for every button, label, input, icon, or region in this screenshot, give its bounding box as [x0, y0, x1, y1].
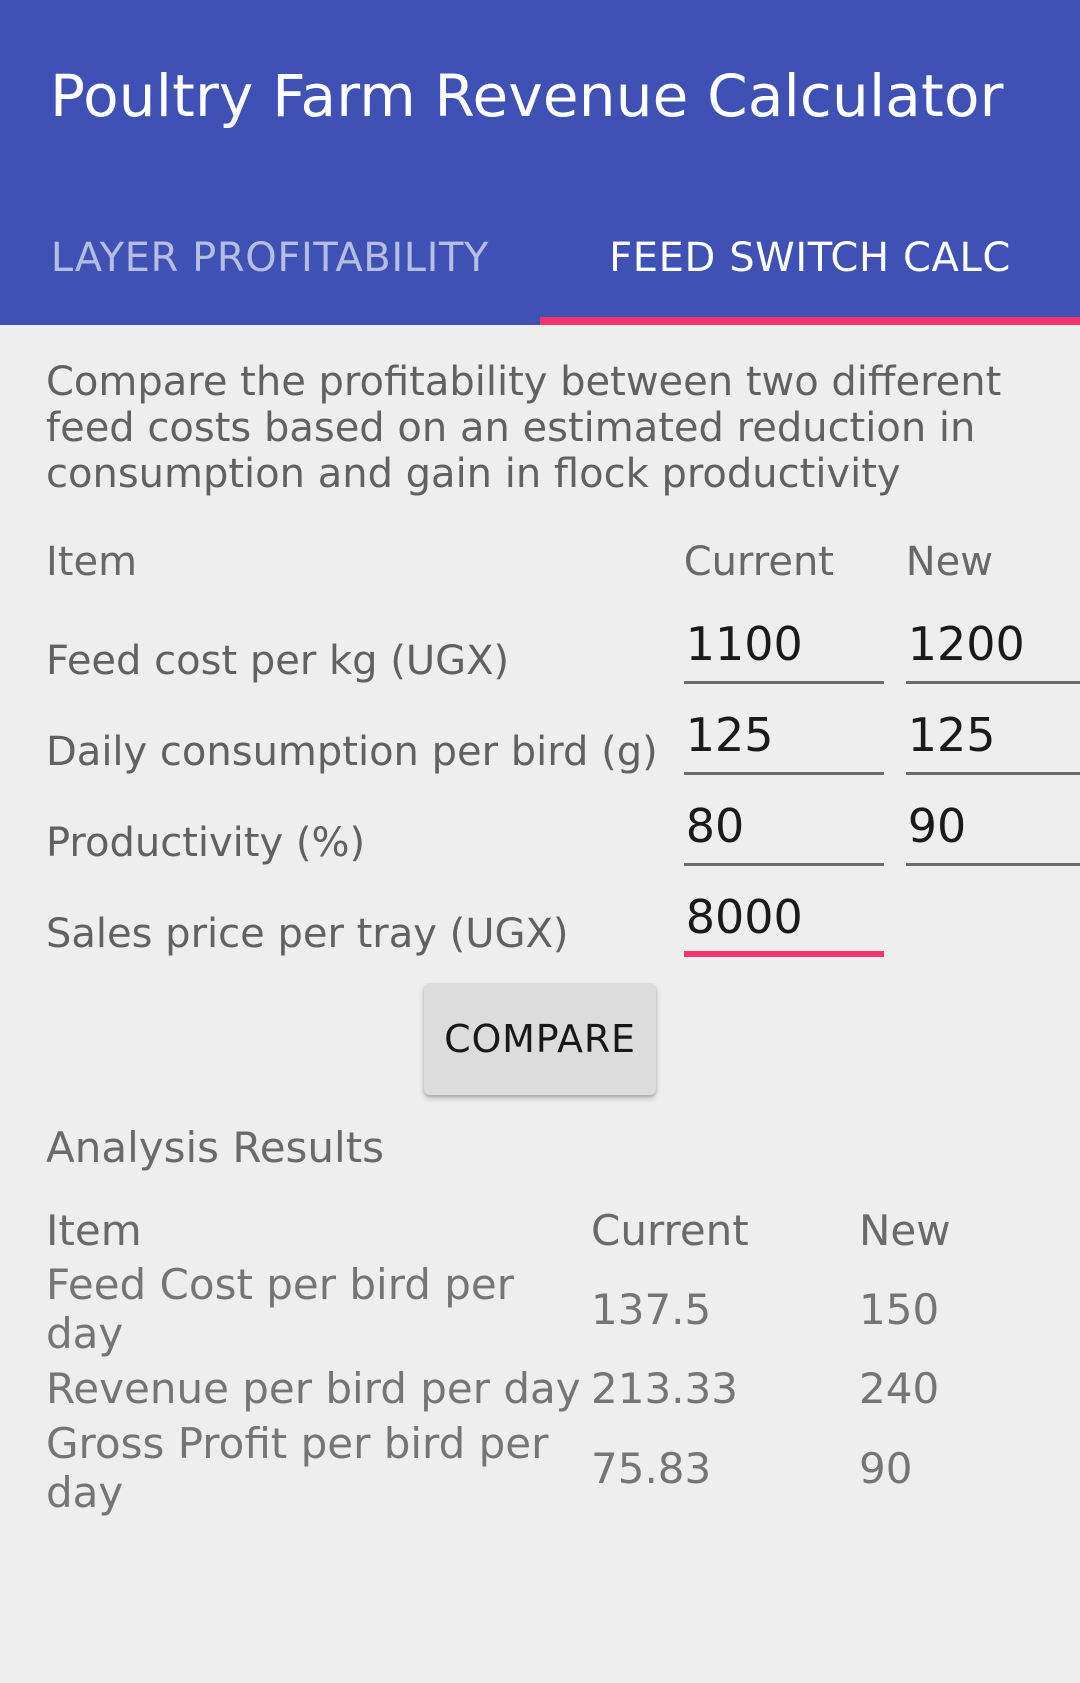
inputs-header-new: New [905, 539, 993, 585]
tab-label: LAYER PROFITABILITY [50, 235, 490, 281]
productivity-current-input[interactable] [683, 799, 884, 866]
table-row: Feed Cost per bird per day 137.5 150 [46, 1257, 1034, 1361]
result-label: Revenue per bird per day [46, 1364, 581, 1413]
result-label: Feed Cost per bird per day [46, 1260, 515, 1358]
results-header-item: Item [46, 1206, 142, 1255]
sales-price-input[interactable] [683, 890, 884, 957]
tab-layer-profitability[interactable]: LAYER PROFITABILITY [0, 207, 540, 325]
input-label: Daily consumption per bird (g) [46, 729, 658, 775]
results-header-new: New [859, 1206, 951, 1255]
result-new-value: 150 [859, 1284, 940, 1334]
compare-button[interactable]: COMPARE [424, 983, 656, 1095]
results-table: Item Current New Feed Cost per bird per … [46, 1206, 1034, 1520]
result-new-value: 90 [859, 1443, 913, 1493]
feed-cost-current-input[interactable] [683, 617, 884, 684]
tab-active-indicator [540, 317, 1080, 325]
inputs-header-item: Item [46, 539, 138, 585]
tab-label: FEED SWITCH CALC [609, 235, 1011, 281]
compare-button-container: COMPARE [46, 983, 1034, 1095]
daily-consumption-current-input[interactable] [683, 708, 884, 775]
inputs-header-row: Item Current New [46, 539, 1080, 593]
table-row: Gross Profit per bird per day 75.83 90 [46, 1416, 1034, 1520]
result-new-value: 240 [859, 1364, 940, 1413]
table-row: Revenue per bird per day 213.33 240 [46, 1361, 1034, 1416]
input-row-productivity: Productivity (%) [46, 775, 1080, 866]
description-text: Compare the profitability between two di… [46, 359, 1002, 497]
main-content: Compare the profitability between two di… [0, 359, 1080, 1520]
input-row-sales-price: Sales price per tray (UGX) [46, 866, 1080, 957]
results-header-current: Current [591, 1206, 749, 1255]
analysis-results-title: Analysis Results [46, 1123, 385, 1172]
tab-feed-switch-calc[interactable]: FEED SWITCH CALC [540, 207, 1080, 325]
feed-cost-new-input[interactable] [905, 617, 1080, 684]
input-label: Productivity (%) [46, 820, 366, 866]
tab-bar: LAYER PROFITABILITY FEED SWITCH CALC [0, 207, 1080, 325]
result-current-value: 213.33 [591, 1364, 738, 1413]
input-label: Sales price per tray (UGX) [46, 911, 569, 957]
input-row-daily-consumption: Daily consumption per bird (g) [46, 684, 1080, 775]
result-label: Gross Profit per bird per day [46, 1419, 549, 1517]
input-label: Feed cost per kg (UGX) [46, 638, 510, 684]
input-row-feed-cost: Feed cost per kg (UGX) [46, 593, 1080, 684]
result-current-value: 137.5 [591, 1284, 712, 1334]
app-bar: Poultry Farm Revenue Calculator LAYER PR… [0, 0, 1080, 325]
inputs-table: Item Current New Feed cost per kg (UGX) … [46, 539, 1080, 957]
inputs-header-current: Current [683, 539, 834, 585]
productivity-new-input[interactable] [905, 799, 1080, 866]
results-header-row: Item Current New [46, 1206, 1034, 1257]
result-current-value: 75.83 [591, 1443, 712, 1493]
page-title: Poultry Farm Revenue Calculator [50, 62, 1004, 130]
daily-consumption-new-input[interactable] [905, 708, 1080, 775]
